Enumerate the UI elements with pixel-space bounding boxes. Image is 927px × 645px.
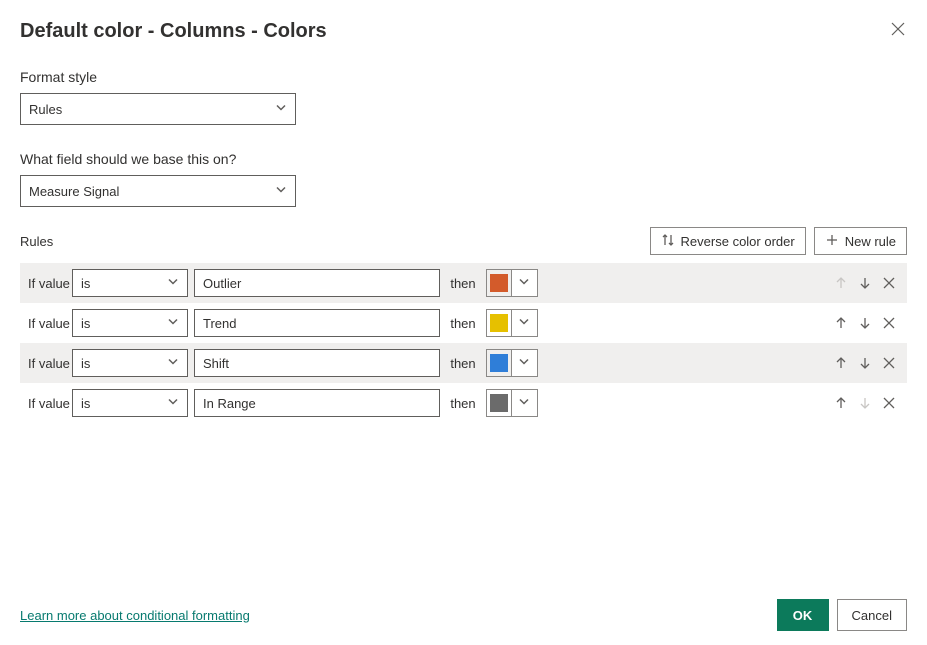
rule-row: If value is then <box>20 383 907 423</box>
color-picker[interactable] <box>512 349 538 377</box>
color-picker[interactable] <box>512 309 538 337</box>
value-input[interactable] <box>194 389 440 417</box>
color-picker[interactable] <box>512 269 538 297</box>
color-picker[interactable] <box>512 389 538 417</box>
then-label: then <box>440 316 486 331</box>
format-style-select[interactable]: Rules <box>20 93 296 125</box>
ok-button[interactable]: OK <box>777 599 829 631</box>
operator-value: is <box>81 356 90 371</box>
if-value-label: If value <box>28 276 72 291</box>
operator-value: is <box>81 276 90 291</box>
if-value-label: If value <box>28 356 72 371</box>
reverse-order-icon <box>661 233 675 250</box>
delete-icon[interactable] <box>881 395 897 411</box>
move-down-icon[interactable] <box>857 315 873 331</box>
operator-select[interactable]: is <box>72 309 188 337</box>
if-value-label: If value <box>28 316 72 331</box>
value-input[interactable] <box>194 349 440 377</box>
value-input[interactable] <box>194 309 440 337</box>
delete-icon[interactable] <box>881 275 897 291</box>
move-up-icon <box>833 275 849 291</box>
move-up-icon[interactable] <box>833 315 849 331</box>
then-label: then <box>440 356 486 371</box>
new-rule-button[interactable]: New rule <box>814 227 907 255</box>
format-style-label: Format style <box>20 69 907 85</box>
color-swatch <box>486 349 512 377</box>
reverse-color-order-button[interactable]: Reverse color order <box>650 227 806 255</box>
rules-label: Rules <box>20 234 53 249</box>
move-down-icon[interactable] <box>857 275 873 291</box>
rule-row: If value is then <box>20 343 907 383</box>
chevron-down-icon <box>518 396 530 411</box>
color-swatch <box>486 389 512 417</box>
delete-icon[interactable] <box>881 315 897 331</box>
close-icon[interactable] <box>889 20 907 38</box>
rule-row: If value is then <box>20 303 907 343</box>
format-style-value: Rules <box>29 102 62 117</box>
plus-icon <box>825 233 839 250</box>
reverse-color-order-label: Reverse color order <box>681 234 795 249</box>
operator-select[interactable]: is <box>72 389 188 417</box>
color-swatch <box>486 269 512 297</box>
chevron-down-icon <box>167 396 179 411</box>
then-label: then <box>440 396 486 411</box>
chevron-down-icon <box>275 184 287 199</box>
dialog-title: Default color - Columns - Colors <box>20 20 327 43</box>
move-down-icon <box>857 395 873 411</box>
operator-value: is <box>81 396 90 411</box>
chevron-down-icon <box>518 356 530 371</box>
chevron-down-icon <box>167 276 179 291</box>
operator-value: is <box>81 316 90 331</box>
move-up-icon[interactable] <box>833 355 849 371</box>
value-input[interactable] <box>194 269 440 297</box>
base-field-value: Measure Signal <box>29 184 119 199</box>
chevron-down-icon <box>275 102 287 117</box>
learn-more-link[interactable]: Learn more about conditional formatting <box>20 608 250 623</box>
if-value-label: If value <box>28 396 72 411</box>
move-up-icon[interactable] <box>833 395 849 411</box>
operator-select[interactable]: is <box>72 269 188 297</box>
operator-select[interactable]: is <box>72 349 188 377</box>
base-field-label: What field should we base this on? <box>20 151 907 167</box>
cancel-button[interactable]: Cancel <box>837 599 907 631</box>
delete-icon[interactable] <box>881 355 897 371</box>
base-field-select[interactable]: Measure Signal <box>20 175 296 207</box>
rule-row: If value is then <box>20 263 907 303</box>
chevron-down-icon <box>167 316 179 331</box>
color-swatch <box>486 309 512 337</box>
chevron-down-icon <box>167 356 179 371</box>
move-down-icon[interactable] <box>857 355 873 371</box>
new-rule-label: New rule <box>845 234 896 249</box>
chevron-down-icon <box>518 316 530 331</box>
chevron-down-icon <box>518 276 530 291</box>
then-label: then <box>440 276 486 291</box>
